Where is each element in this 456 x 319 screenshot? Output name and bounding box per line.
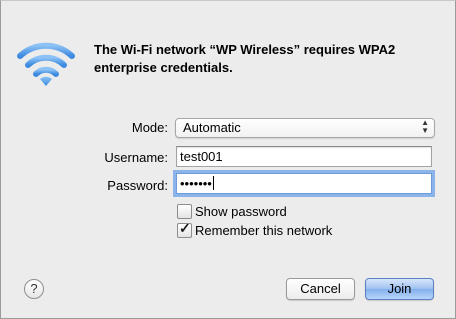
- password-label: Password:: [107, 178, 168, 193]
- mode-label: Mode:: [131, 120, 168, 135]
- select-arrows-icon: ▲ ▼: [421, 118, 429, 135]
- show-password-label[interactable]: Show password: [195, 204, 287, 219]
- dialog-message: The Wi-Fi network “WP Wireless” requires…: [94, 42, 396, 75]
- join-button[interactable]: Join: [365, 278, 434, 300]
- text-caret: [212, 176, 214, 190]
- show-password-checkbox[interactable]: [177, 204, 192, 219]
- remember-network-checkbox[interactable]: ✓: [177, 220, 192, 238]
- wifi-icon: [17, 42, 75, 86]
- username-label: Username:: [104, 150, 168, 165]
- username-value: test001: [180, 149, 223, 164]
- remember-network-label[interactable]: Remember this network: [195, 223, 332, 238]
- password-field[interactable]: •••••••: [176, 173, 432, 194]
- help-button[interactable]: ?: [24, 279, 44, 299]
- checkmark-icon: ✓: [179, 220, 191, 236]
- mode-select-value: Automatic: [183, 120, 241, 135]
- mode-select[interactable]: Automatic ▲ ▼: [175, 118, 435, 138]
- wifi-credentials-dialog: The Wi-Fi network “WP Wireless” requires…: [0, 0, 456, 319]
- password-value: •••••••: [180, 176, 212, 191]
- cancel-button[interactable]: Cancel: [286, 278, 355, 300]
- username-field[interactable]: test001: [176, 146, 432, 167]
